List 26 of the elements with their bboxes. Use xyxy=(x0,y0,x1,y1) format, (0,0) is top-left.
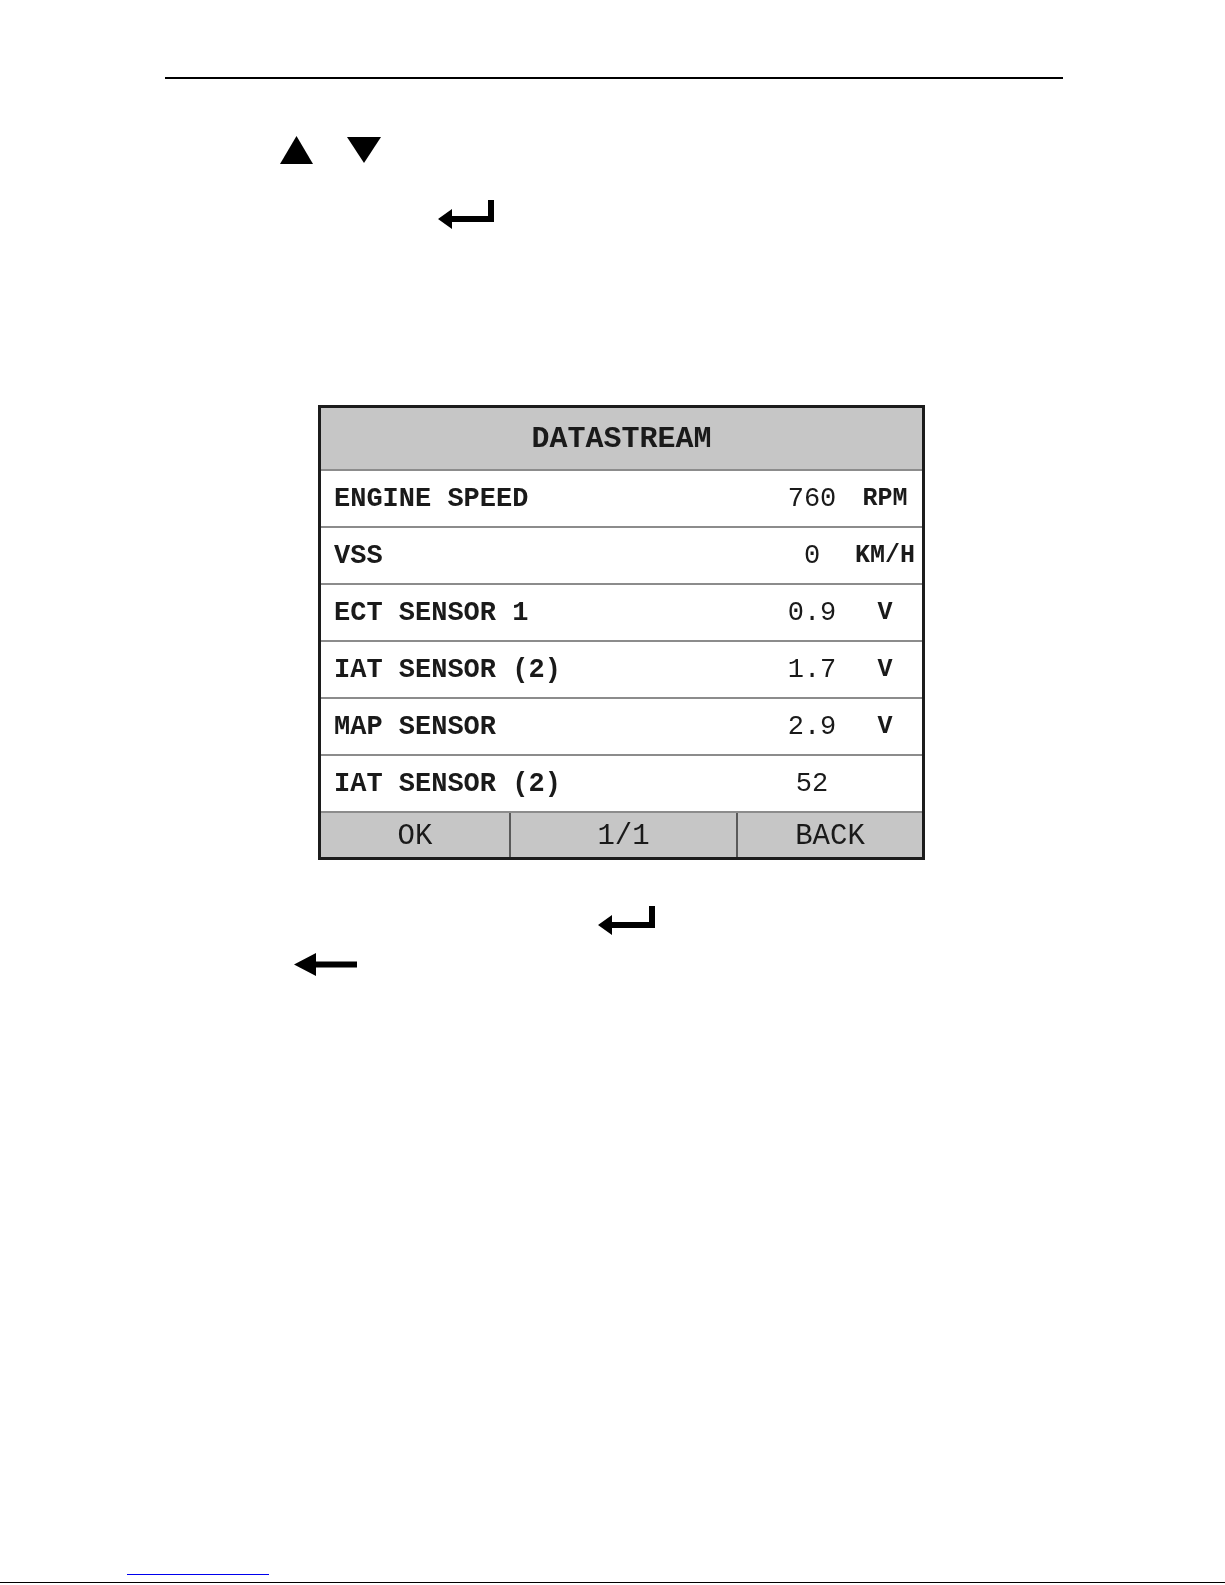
return-arrow-icon xyxy=(438,200,494,229)
parameter-value: 2.9 xyxy=(787,711,837,742)
ok-button[interactable]: OK xyxy=(321,813,509,857)
parameter-value: 52 xyxy=(795,768,829,799)
page-indicator: 1/1 xyxy=(509,813,736,857)
parameter-value: 1.7 xyxy=(787,654,837,685)
back-button[interactable]: BACK xyxy=(736,813,922,857)
screen-title: DATASTREAM xyxy=(321,408,922,471)
parameter-name: IAT SENSOR (2) xyxy=(334,654,561,685)
parameter-unit: KM/H xyxy=(855,541,915,570)
parameter-value: 760 xyxy=(787,483,837,514)
left-arrow-icon xyxy=(294,953,357,976)
parameter-value: 0.9 xyxy=(787,597,837,628)
parameter-name: MAP SENSOR xyxy=(334,711,497,742)
down-triangle-icon xyxy=(347,137,381,163)
parameter-unit: V xyxy=(877,655,893,684)
parameter-name: ECT SENSOR 1 xyxy=(334,597,529,628)
parameter-unit: V xyxy=(877,598,893,627)
parameter-name: ENGINE SPEED xyxy=(334,483,529,514)
parameter-unit: V xyxy=(877,712,893,741)
return-arrow-icon xyxy=(598,906,655,935)
parameter-name: IAT SENSOR (2) xyxy=(334,768,561,799)
up-triangle-icon xyxy=(280,136,313,164)
parameter-value: 0 xyxy=(803,540,821,571)
parameter-unit: RPM xyxy=(862,484,908,513)
parameter-name: VSS xyxy=(334,540,383,571)
